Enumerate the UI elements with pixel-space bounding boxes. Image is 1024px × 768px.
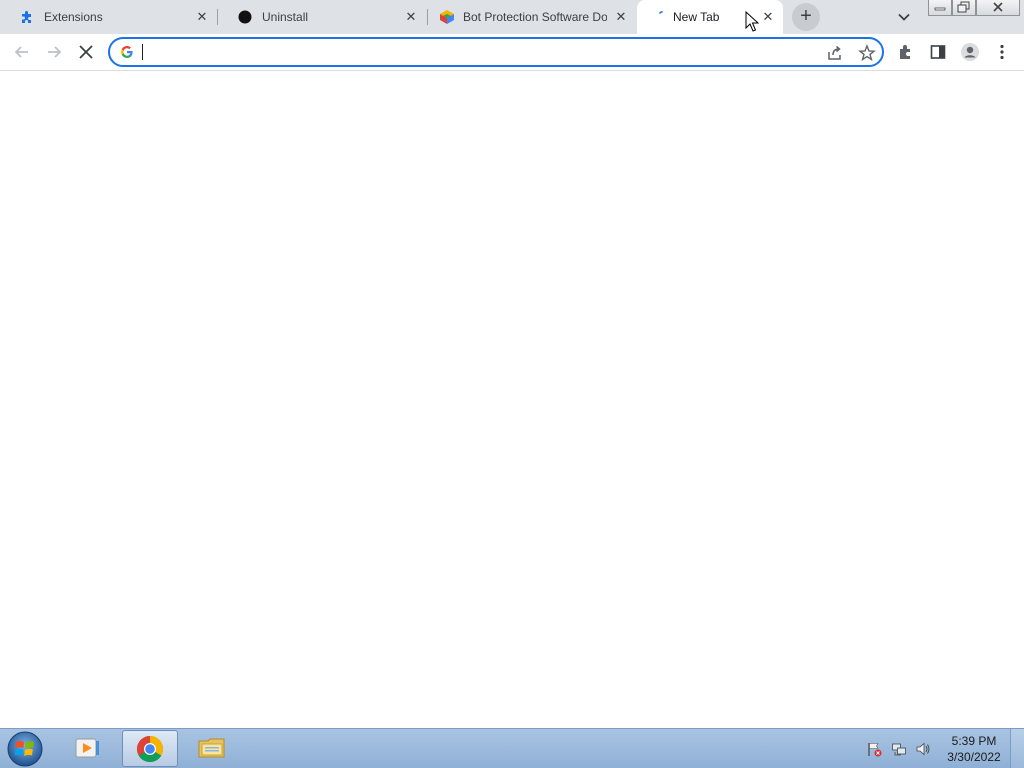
page-content	[0, 71, 1024, 728]
clock-time: 5:39 PM	[951, 734, 997, 748]
extensions-puzzle-icon[interactable]	[896, 42, 916, 62]
stop-loading-icon[interactable]	[76, 42, 96, 62]
browser-toolbar	[0, 34, 1024, 71]
mouse-cursor-icon	[745, 11, 759, 32]
close-window-icon	[993, 2, 1003, 12]
taskbar-file-explorer[interactable]	[184, 730, 240, 767]
tab-extensions[interactable]: Extensions ✕	[0, 0, 218, 34]
tab-uninstall[interactable]: Uninstall ✕	[218, 0, 428, 34]
volume-icon[interactable]	[915, 741, 931, 757]
chrome-icon	[136, 735, 164, 763]
tab-title: Uninstall	[262, 10, 309, 24]
share-icon[interactable]	[826, 44, 844, 62]
loading-spinner-icon	[659, 11, 663, 14]
tab-bot-protection[interactable]: Bot Protection Software Do ✕	[428, 0, 636, 34]
folder-icon	[198, 738, 225, 758]
close-icon[interactable]: ✕	[613, 9, 629, 25]
side-panel-icon[interactable]	[928, 42, 948, 62]
forward-arrow-icon[interactable]	[44, 42, 64, 62]
windows-taskbar: 5:39 PM 3/30/2022	[0, 728, 1024, 768]
close-icon[interactable]: ✕	[194, 9, 210, 25]
address-bar[interactable]	[108, 37, 884, 67]
action-center-flag-icon[interactable]	[866, 741, 882, 757]
media-player-icon	[75, 738, 99, 758]
tab-strip: Extensions ✕ Uninstall ✕ Bot Protection …	[0, 0, 1024, 34]
minimize-icon	[934, 7, 946, 11]
kebab-menu-icon[interactable]	[992, 42, 1012, 62]
close-icon[interactable]: ✕	[403, 9, 419, 25]
taskbar-chrome[interactable]	[122, 730, 178, 767]
clock-date: 3/30/2022	[947, 750, 1001, 764]
new-tab-button[interactable]: +	[792, 3, 820, 31]
tab-title: Bot Protection Software Do	[463, 10, 607, 24]
close-window-button[interactable]	[976, 0, 1020, 16]
restore-button[interactable]	[952, 0, 976, 16]
tab-title: Extensions	[44, 10, 103, 24]
tab-title: New Tab	[673, 10, 720, 24]
back-arrow-icon[interactable]	[12, 42, 32, 62]
network-icon[interactable]	[891, 741, 907, 757]
address-input[interactable]	[142, 43, 802, 61]
black-circle-icon	[238, 10, 252, 24]
puzzle-icon	[22, 11, 31, 23]
profile-avatar-icon[interactable]	[960, 42, 980, 62]
close-icon[interactable]: ✕	[760, 9, 776, 25]
colorful-logo-icon	[440, 10, 454, 24]
minimize-button[interactable]	[928, 0, 952, 16]
windows-start-orb-icon[interactable]	[6, 730, 44, 768]
text-caret	[142, 44, 143, 60]
taskbar-media-player[interactable]	[60, 730, 116, 767]
bookmark-star-icon[interactable]	[858, 44, 876, 62]
restore-icon	[957, 1, 970, 13]
google-g-icon	[121, 46, 133, 58]
chevron-down-icon[interactable]	[896, 9, 912, 25]
system-clock[interactable]: 5:39 PM 3/30/2022	[942, 733, 1006, 765]
tab-new-tab[interactable]: New Tab ✕	[637, 0, 783, 34]
show-desktop-button[interactable]	[1010, 729, 1024, 768]
